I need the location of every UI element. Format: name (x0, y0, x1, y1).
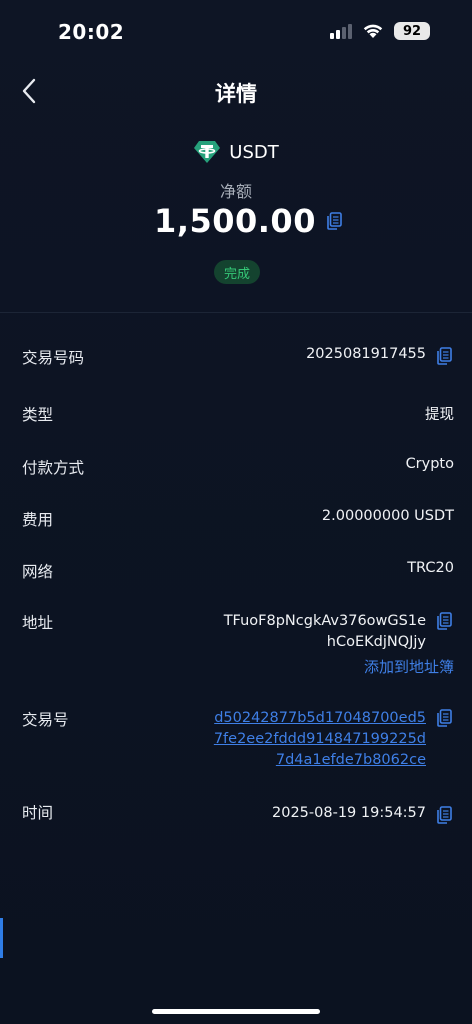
amount-row: 1,500.00 (0, 202, 472, 240)
order-number-value: 2025081917455 (306, 346, 426, 362)
row-label: 网络 (22, 563, 54, 581)
row-time: 时间 2025-08-19 19:54:57 (22, 801, 454, 825)
row-order-number: 交易号码 2025081917455 (22, 346, 454, 368)
copy-order-number-button[interactable] (434, 346, 454, 366)
status-icons: 92 (330, 22, 430, 40)
net-amount: 1,500.00 (154, 202, 316, 240)
copy-icon (437, 612, 452, 630)
copy-icon (437, 347, 452, 365)
network-value: TRC20 (407, 560, 454, 576)
copy-address-button[interactable] (434, 611, 454, 631)
nav-bar: 详情 (0, 68, 472, 116)
add-to-address-book-link[interactable]: 添加到地址簿 (364, 656, 454, 677)
cellular-signal-icon (330, 23, 352, 39)
page-title: 详情 (215, 82, 257, 106)
row-address: 地址 TFuoF8pNcgkAv376owGS1e hCoEKdjNQJjy (22, 611, 454, 653)
row-add-address: 添加到地址簿 (22, 656, 454, 677)
payment-method-value: Crypto (405, 456, 454, 472)
transaction-detail-screen: 20:02 92 详情 USDT 净额 1,500.00 完成 交易号码 202… (0, 0, 472, 1024)
row-value-group: 2025-08-19 19:54:57 (272, 805, 454, 825)
address-line: TFuoF8pNcgkAv376owGS1e (223, 613, 426, 629)
status-time: 20:02 (58, 20, 125, 44)
txid-line: d50242877b5d17048700ed5 (214, 710, 426, 726)
copy-icon (327, 212, 342, 230)
address-value: TFuoF8pNcgkAv376owGS1e hCoEKdjNQJjy (224, 611, 426, 653)
copy-txid-button[interactable] (434, 708, 454, 728)
txid-link[interactable]: d50242877b5d17048700ed5 7fe2ee2fddd91484… (214, 708, 426, 771)
row-value-group: d50242877b5d17048700ed5 7fe2ee2fddd91484… (214, 708, 454, 771)
row-label: 类型 (22, 406, 54, 424)
row-payment-method: 付款方式 Crypto (22, 456, 454, 478)
currency-row: USDT (0, 140, 472, 164)
address-line: hCoEKdjNQJjy (326, 634, 426, 650)
row-txid: 交易号 d50242877b5d17048700ed5 7fe2ee2fddd9… (22, 708, 454, 771)
row-label: 交易号 (22, 711, 69, 729)
row-label: 费用 (22, 511, 54, 529)
txid-line: 7d4a1efde7b8062ce (275, 752, 426, 768)
status-badge: 完成 (214, 260, 261, 284)
row-type: 类型 提现 (22, 403, 454, 425)
copy-icon (437, 806, 452, 824)
tether-icon (194, 141, 221, 163)
row-label: 交易号码 (22, 349, 85, 367)
row-label: 地址 (22, 614, 54, 632)
row-value-group: TFuoF8pNcgkAv376owGS1e hCoEKdjNQJjy (224, 611, 454, 653)
net-amount-label: 净额 (219, 182, 252, 201)
copy-time-button[interactable] (434, 805, 454, 825)
txid-line: 7fe2ee2fddd914847199225d (213, 731, 426, 747)
battery-icon: 92 (394, 22, 430, 40)
time-value: 2025-08-19 19:54:57 (272, 805, 426, 821)
row-network: 网络 TRC20 (22, 560, 454, 582)
status-bar: 20:02 92 (0, 0, 472, 64)
edge-accent (0, 918, 3, 958)
fee-value: 2.00000000 USDT (321, 508, 454, 524)
copy-amount-button[interactable] (324, 211, 344, 231)
row-label: 付款方式 (22, 459, 85, 477)
row-value-group: 2025081917455 (306, 346, 454, 366)
currency-name: USDT (229, 141, 279, 163)
row-fee: 费用 2.00000000 USDT (22, 508, 454, 530)
wifi-icon (363, 24, 383, 38)
home-indicator[interactable] (152, 1009, 320, 1014)
copy-icon (437, 709, 452, 727)
divider (0, 312, 472, 313)
row-label: 时间 (22, 804, 54, 822)
type-value: 提现 (425, 407, 454, 423)
